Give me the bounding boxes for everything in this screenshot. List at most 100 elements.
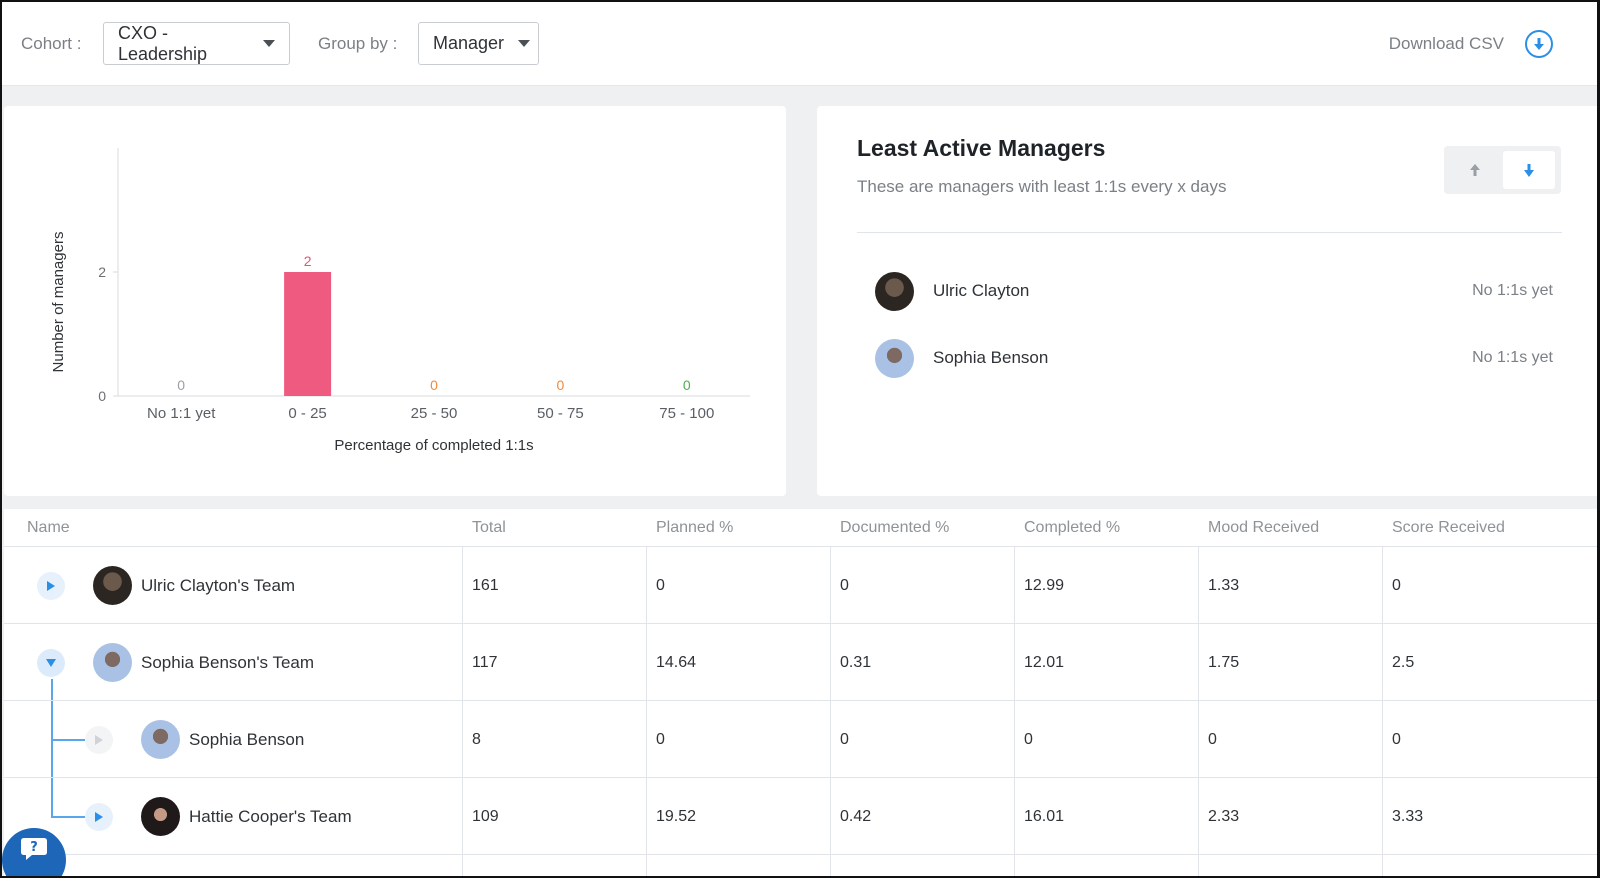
cohort-value: CXO - Leadership <box>118 22 208 64</box>
completion-bar-chart: 0 2 0 No 1:1 yet 2 0 - 25 0 25 - 50 0 50 - 75 0 75 … <box>50 148 750 454</box>
y-tick-label: 2 <box>98 264 106 280</box>
cell-planned: 0 <box>656 730 665 748</box>
manager-status: No 1:1s yet <box>1472 349 1553 366</box>
column-header-mood[interactable]: Mood Received <box>1208 519 1319 537</box>
cell-documented: 0.42 <box>840 807 872 825</box>
table-row[interactable]: Sophia Benson's Team 117 14.64 0.31 12.0… <box>4 624 1597 701</box>
table-row[interactable]: Sophia Benson 8 0 0 0 0 0 <box>4 701 1597 778</box>
manager-row[interactable]: Ulric Clayton No 1:1s yet <box>857 269 1562 313</box>
cell-score: 0 <box>1392 730 1401 748</box>
expand-button[interactable] <box>37 572 65 600</box>
download-csv-link[interactable]: Download CSV <box>1389 34 1504 54</box>
data-label: 0 <box>177 377 185 393</box>
column-header-completed[interactable]: Completed % <box>1024 519 1120 537</box>
cell-score: 0 <box>1392 576 1401 594</box>
filter-bar: Cohort : CXO - Leadership Group by : Man… <box>2 2 1597 86</box>
chevron-down-icon <box>263 40 275 47</box>
group-by-value: Manager <box>433 33 505 53</box>
cohort-select[interactable]: CXO - Leadership <box>103 22 290 65</box>
data-label: 0 <box>430 377 438 393</box>
svg-text:?: ? <box>30 840 38 855</box>
avatar <box>141 797 180 836</box>
group-by-label: Group by : <box>318 34 398 53</box>
table-row[interactable]: Hattie Cooper's Team 109 19.52 0.42 16.0… <box>4 778 1597 855</box>
cell-planned: 0 <box>656 576 665 594</box>
x-axis-label: Percentage of completed 1:1s <box>334 437 533 454</box>
caret-right-icon <box>95 812 103 822</box>
row-name: Hattie Cooper's Team <box>189 807 352 826</box>
avatar <box>93 566 132 605</box>
chart-bar <box>284 272 332 396</box>
cell-mood: 2.33 <box>1208 807 1240 825</box>
manager-name: Sophia Benson <box>933 348 1049 367</box>
cell-score: 3.33 <box>1392 807 1424 825</box>
cell-completed: 0 <box>1024 730 1033 748</box>
cell-score: 2.5 <box>1392 653 1415 671</box>
group-by-select[interactable]: Manager <box>418 22 539 65</box>
column-header-documented[interactable]: Documented % <box>840 519 949 537</box>
cell-total: 109 <box>472 807 499 825</box>
collapse-button[interactable] <box>37 649 65 677</box>
least-active-managers-card: Least Active Managers These are managers… <box>817 106 1597 496</box>
manager-table: Name Total Planned % Documented % Comple… <box>4 509 1597 876</box>
cell-completed: 12.99 <box>1024 576 1065 594</box>
cell-total: 161 <box>472 576 499 594</box>
sort-descending-button[interactable] <box>1503 151 1555 189</box>
cell-planned: 14.64 <box>656 653 697 671</box>
divider <box>857 232 1562 233</box>
column-header-name[interactable]: Name <box>27 519 70 537</box>
caret-down-icon <box>46 659 56 667</box>
manager-row[interactable]: Sophia Benson No 1:1s yet <box>857 336 1562 380</box>
cell-completed: 16.01 <box>1024 807 1065 825</box>
y-tick-label: 0 <box>98 388 106 404</box>
data-label: 0 <box>683 377 691 393</box>
download-icon[interactable] <box>1525 30 1553 58</box>
avatar <box>875 338 914 378</box>
row-name: Sophia Benson's Team <box>141 653 315 672</box>
cell-documented: 0.31 <box>840 653 872 671</box>
x-tick-label: 75 - 100 <box>659 405 714 422</box>
help-chat-icon: ? <box>21 838 47 860</box>
manager-status: No 1:1s yet <box>1472 282 1553 299</box>
cell-mood: 1.33 <box>1208 576 1240 594</box>
least-active-title: Least Active Managers <box>857 135 1106 161</box>
arrow-down-icon <box>1524 163 1534 177</box>
chevron-down-icon <box>518 40 531 47</box>
data-label: 2 <box>304 253 312 269</box>
y-axis-label: Number of managers <box>50 232 67 373</box>
x-tick-label: No 1:1 yet <box>147 405 216 422</box>
arrow-up-icon <box>1470 163 1480 176</box>
data-label: 0 <box>557 377 565 393</box>
manager-name: Ulric Clayton <box>933 281 1030 300</box>
cohort-label: Cohort : <box>21 34 82 53</box>
cell-mood: 1.75 <box>1208 653 1240 671</box>
cell-completed: 12.01 <box>1024 653 1065 671</box>
caret-right-icon <box>95 735 103 745</box>
avatar <box>875 271 914 311</box>
sort-ascending-button[interactable] <box>1449 151 1501 189</box>
expand-button[interactable] <box>85 803 113 831</box>
cell-mood: 0 <box>1208 730 1217 748</box>
column-header-planned[interactable]: Planned % <box>656 519 733 537</box>
caret-right-icon <box>47 581 55 591</box>
column-header-total[interactable]: Total <box>472 519 506 537</box>
avatar <box>141 720 180 759</box>
cell-documented: 0 <box>840 730 849 748</box>
x-tick-label: 0 - 25 <box>288 405 326 422</box>
cell-documented: 0 <box>840 576 849 594</box>
completion-chart-card: 0 2 0 No 1:1 yet 2 0 - 25 0 25 - 50 0 50 - 75 0 75 … <box>4 106 786 496</box>
x-tick-label: 50 - 75 <box>537 405 584 422</box>
x-tick-label: 25 - 50 <box>411 405 458 422</box>
expand-button-disabled <box>85 726 113 754</box>
avatar <box>93 643 132 682</box>
app-frame: Cohort : CXO - Leadership Group by : Man… <box>0 0 1600 878</box>
sort-toggle <box>1444 146 1561 194</box>
least-active-subtitle: These are managers with least 1:1s every… <box>857 177 1227 196</box>
cell-total: 117 <box>472 653 498 671</box>
row-name: Sophia Benson <box>189 730 305 749</box>
column-header-score[interactable]: Score Received <box>1392 519 1505 537</box>
row-name: Ulric Clayton's Team <box>141 576 296 595</box>
cell-total: 8 <box>472 730 481 748</box>
cell-planned: 19.52 <box>656 807 697 825</box>
table-row[interactable]: Ulric Clayton's Team 161 0 0 12.99 1.33 … <box>4 547 1597 624</box>
